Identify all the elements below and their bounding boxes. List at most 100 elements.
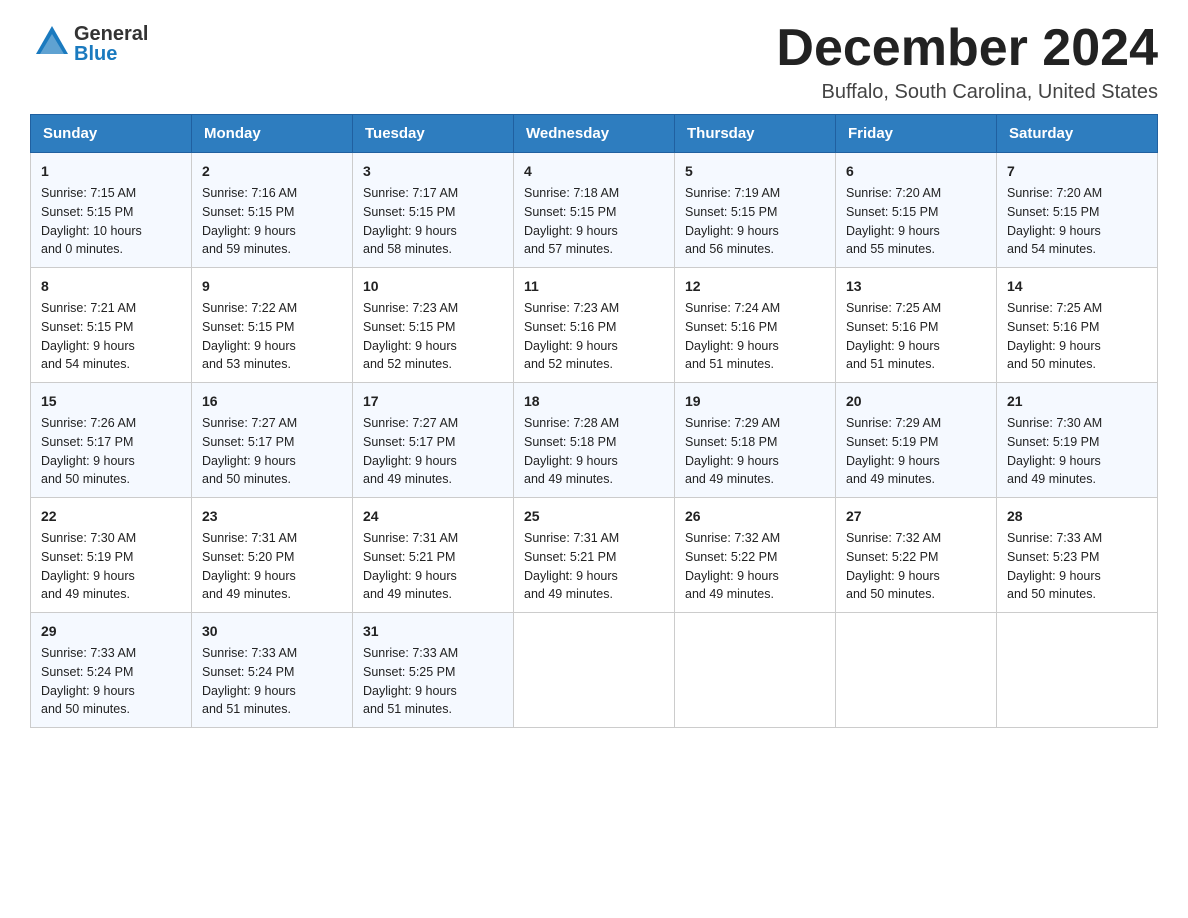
header-wednesday: Wednesday (514, 115, 675, 153)
calendar-cell: 22 Sunrise: 7:30 AM Sunset: 5:19 PM Dayl… (31, 498, 192, 613)
calendar-cell: 9 Sunrise: 7:22 AM Sunset: 5:15 PM Dayli… (192, 268, 353, 383)
calendar-cell: 25 Sunrise: 7:31 AM Sunset: 5:21 PM Dayl… (514, 498, 675, 613)
week-row-1: 1 Sunrise: 7:15 AM Sunset: 5:15 PM Dayli… (31, 153, 1158, 268)
day-number: 13 (846, 276, 986, 297)
day-info: Sunrise: 7:18 AM Sunset: 5:15 PM Dayligh… (524, 186, 619, 256)
day-info: Sunrise: 7:27 AM Sunset: 5:17 PM Dayligh… (202, 416, 297, 486)
day-info: Sunrise: 7:25 AM Sunset: 5:16 PM Dayligh… (846, 301, 941, 371)
day-info: Sunrise: 7:17 AM Sunset: 5:15 PM Dayligh… (363, 186, 458, 256)
calendar-cell: 15 Sunrise: 7:26 AM Sunset: 5:17 PM Dayl… (31, 383, 192, 498)
day-number: 5 (685, 161, 825, 182)
day-info: Sunrise: 7:31 AM Sunset: 5:21 PM Dayligh… (524, 531, 619, 601)
header-saturday: Saturday (997, 115, 1158, 153)
day-number: 16 (202, 391, 342, 412)
calendar-cell: 19 Sunrise: 7:29 AM Sunset: 5:18 PM Dayl… (675, 383, 836, 498)
calendar-cell: 4 Sunrise: 7:18 AM Sunset: 5:15 PM Dayli… (514, 153, 675, 268)
day-number: 9 (202, 276, 342, 297)
calendar-cell: 18 Sunrise: 7:28 AM Sunset: 5:18 PM Dayl… (514, 383, 675, 498)
day-info: Sunrise: 7:23 AM Sunset: 5:16 PM Dayligh… (524, 301, 619, 371)
header-tuesday: Tuesday (353, 115, 514, 153)
day-info: Sunrise: 7:30 AM Sunset: 5:19 PM Dayligh… (1007, 416, 1102, 486)
day-info: Sunrise: 7:20 AM Sunset: 5:15 PM Dayligh… (846, 186, 941, 256)
day-info: Sunrise: 7:31 AM Sunset: 5:20 PM Dayligh… (202, 531, 297, 601)
calendar-cell: 1 Sunrise: 7:15 AM Sunset: 5:15 PM Dayli… (31, 153, 192, 268)
day-info: Sunrise: 7:33 AM Sunset: 5:24 PM Dayligh… (202, 646, 297, 716)
calendar-cell: 23 Sunrise: 7:31 AM Sunset: 5:20 PM Dayl… (192, 498, 353, 613)
week-row-3: 15 Sunrise: 7:26 AM Sunset: 5:17 PM Dayl… (31, 383, 1158, 498)
day-number: 17 (363, 391, 503, 412)
calendar-cell: 28 Sunrise: 7:33 AM Sunset: 5:23 PM Dayl… (997, 498, 1158, 613)
day-number: 18 (524, 391, 664, 412)
calendar-cell: 6 Sunrise: 7:20 AM Sunset: 5:15 PM Dayli… (836, 153, 997, 268)
calendar-cell: 2 Sunrise: 7:16 AM Sunset: 5:15 PM Dayli… (192, 153, 353, 268)
day-number: 2 (202, 161, 342, 182)
day-info: Sunrise: 7:29 AM Sunset: 5:18 PM Dayligh… (685, 416, 780, 486)
header-friday: Friday (836, 115, 997, 153)
title-section: December 2024 Buffalo, South Carolina, U… (776, 20, 1158, 104)
calendar-cell: 31 Sunrise: 7:33 AM Sunset: 5:25 PM Dayl… (353, 613, 514, 728)
calendar-cell: 12 Sunrise: 7:24 AM Sunset: 5:16 PM Dayl… (675, 268, 836, 383)
page-header: General Blue December 2024 Buffalo, Sout… (30, 20, 1158, 104)
calendar-cell: 16 Sunrise: 7:27 AM Sunset: 5:17 PM Dayl… (192, 383, 353, 498)
day-number: 23 (202, 506, 342, 527)
day-info: Sunrise: 7:22 AM Sunset: 5:15 PM Dayligh… (202, 301, 297, 371)
week-row-2: 8 Sunrise: 7:21 AM Sunset: 5:15 PM Dayli… (31, 268, 1158, 383)
day-number: 29 (41, 621, 181, 642)
logo-text: General Blue (74, 24, 148, 64)
day-number: 14 (1007, 276, 1147, 297)
day-info: Sunrise: 7:32 AM Sunset: 5:22 PM Dayligh… (846, 531, 941, 601)
day-info: Sunrise: 7:32 AM Sunset: 5:22 PM Dayligh… (685, 531, 780, 601)
day-number: 24 (363, 506, 503, 527)
calendar-cell: 29 Sunrise: 7:33 AM Sunset: 5:24 PM Dayl… (31, 613, 192, 728)
day-number: 30 (202, 621, 342, 642)
calendar-cell: 11 Sunrise: 7:23 AM Sunset: 5:16 PM Dayl… (514, 268, 675, 383)
calendar-cell: 8 Sunrise: 7:21 AM Sunset: 5:15 PM Dayli… (31, 268, 192, 383)
day-info: Sunrise: 7:26 AM Sunset: 5:17 PM Dayligh… (41, 416, 136, 486)
day-info: Sunrise: 7:20 AM Sunset: 5:15 PM Dayligh… (1007, 186, 1102, 256)
day-number: 12 (685, 276, 825, 297)
day-number: 20 (846, 391, 986, 412)
day-number: 8 (41, 276, 181, 297)
day-number: 1 (41, 161, 181, 182)
calendar-cell: 13 Sunrise: 7:25 AM Sunset: 5:16 PM Dayl… (836, 268, 997, 383)
day-number: 25 (524, 506, 664, 527)
day-number: 22 (41, 506, 181, 527)
calendar-cell: 10 Sunrise: 7:23 AM Sunset: 5:15 PM Dayl… (353, 268, 514, 383)
day-info: Sunrise: 7:24 AM Sunset: 5:16 PM Dayligh… (685, 301, 780, 371)
weekday-header-row: Sunday Monday Tuesday Wednesday Thursday… (31, 115, 1158, 153)
day-info: Sunrise: 7:28 AM Sunset: 5:18 PM Dayligh… (524, 416, 619, 486)
day-number: 10 (363, 276, 503, 297)
day-number: 3 (363, 161, 503, 182)
calendar-cell (514, 613, 675, 728)
calendar-cell: 5 Sunrise: 7:19 AM Sunset: 5:15 PM Dayli… (675, 153, 836, 268)
day-info: Sunrise: 7:16 AM Sunset: 5:15 PM Dayligh… (202, 186, 297, 256)
day-number: 27 (846, 506, 986, 527)
day-info: Sunrise: 7:15 AM Sunset: 5:15 PM Dayligh… (41, 186, 142, 256)
day-number: 4 (524, 161, 664, 182)
day-number: 31 (363, 621, 503, 642)
day-info: Sunrise: 7:33 AM Sunset: 5:23 PM Dayligh… (1007, 531, 1102, 601)
calendar-cell (836, 613, 997, 728)
calendar-cell: 17 Sunrise: 7:27 AM Sunset: 5:17 PM Dayl… (353, 383, 514, 498)
header-monday: Monday (192, 115, 353, 153)
calendar-cell (675, 613, 836, 728)
day-info: Sunrise: 7:30 AM Sunset: 5:19 PM Dayligh… (41, 531, 136, 601)
calendar-cell: 27 Sunrise: 7:32 AM Sunset: 5:22 PM Dayl… (836, 498, 997, 613)
day-number: 11 (524, 276, 664, 297)
day-info: Sunrise: 7:29 AM Sunset: 5:19 PM Dayligh… (846, 416, 941, 486)
day-info: Sunrise: 7:33 AM Sunset: 5:25 PM Dayligh… (363, 646, 458, 716)
location-title: Buffalo, South Carolina, United States (776, 81, 1158, 104)
logo: General Blue (30, 20, 148, 64)
day-number: 6 (846, 161, 986, 182)
day-info: Sunrise: 7:25 AM Sunset: 5:16 PM Dayligh… (1007, 301, 1102, 371)
header-sunday: Sunday (31, 115, 192, 153)
day-info: Sunrise: 7:27 AM Sunset: 5:17 PM Dayligh… (363, 416, 458, 486)
day-info: Sunrise: 7:31 AM Sunset: 5:21 PM Dayligh… (363, 531, 458, 601)
day-number: 21 (1007, 391, 1147, 412)
week-row-5: 29 Sunrise: 7:33 AM Sunset: 5:24 PM Dayl… (31, 613, 1158, 728)
calendar-table: Sunday Monday Tuesday Wednesday Thursday… (30, 114, 1158, 728)
day-number: 19 (685, 391, 825, 412)
logo-icon (30, 20, 74, 64)
calendar-cell: 30 Sunrise: 7:33 AM Sunset: 5:24 PM Dayl… (192, 613, 353, 728)
day-info: Sunrise: 7:33 AM Sunset: 5:24 PM Dayligh… (41, 646, 136, 716)
